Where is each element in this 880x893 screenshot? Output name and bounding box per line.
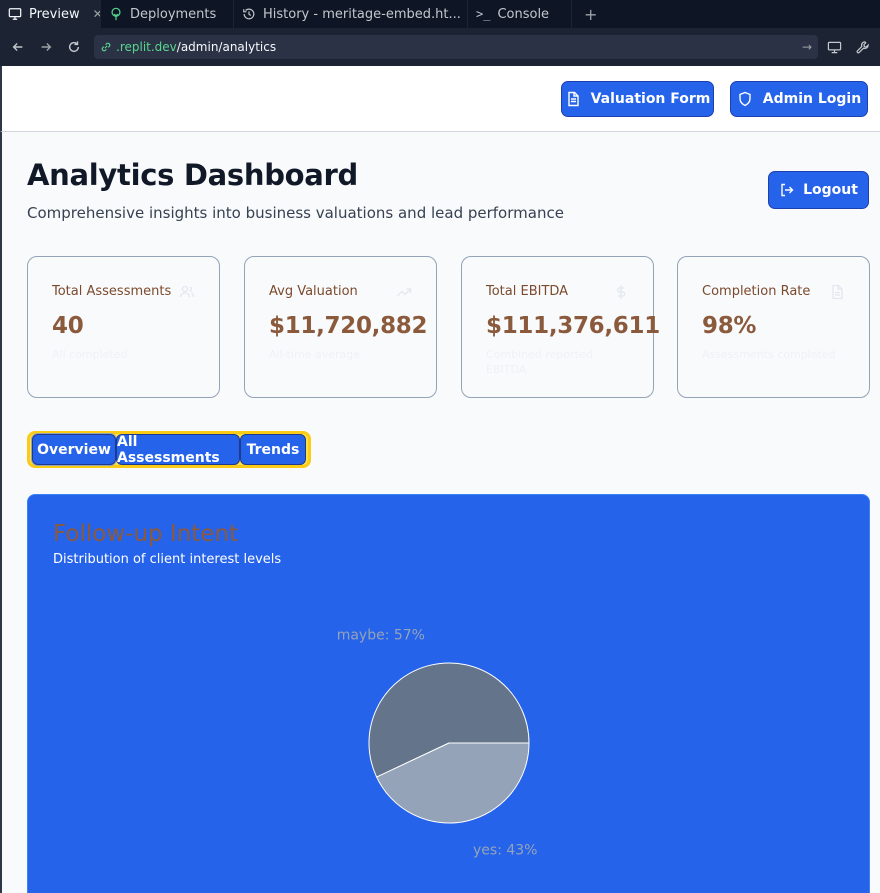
devices-icon[interactable] bbox=[822, 35, 846, 59]
tab-console[interactable]: >_ Console bbox=[468, 0, 572, 28]
tab-label: Preview bbox=[29, 6, 80, 22]
terminal-icon: >_ bbox=[476, 7, 491, 21]
link-icon bbox=[101, 42, 111, 52]
wrench-icon[interactable] bbox=[850, 35, 874, 59]
stat-card-avg-valuation: Avg Valuation $11,720,882 All-time avera… bbox=[244, 256, 437, 398]
url-bar: .replit.dev/admin/analytics → bbox=[0, 28, 880, 66]
stat-label: Total EBITDA bbox=[486, 284, 569, 299]
logout-button[interactable]: Logout bbox=[768, 171, 869, 209]
tab-trends[interactable]: Trends bbox=[240, 434, 306, 465]
tab-deployments[interactable]: Deployments bbox=[101, 0, 234, 28]
stat-card-total-assessments: Total Assessments 40 All completed bbox=[27, 256, 220, 398]
stat-label: Avg Valuation bbox=[269, 284, 358, 299]
monitor-icon bbox=[8, 8, 22, 20]
stat-value: 40 bbox=[52, 313, 84, 339]
go-arrow-icon[interactable]: → bbox=[802, 40, 812, 54]
reload-icon[interactable] bbox=[62, 35, 86, 59]
stat-label: Completion Rate bbox=[702, 284, 811, 299]
valuation-form-button[interactable]: Valuation Form bbox=[561, 81, 714, 117]
add-tab-icon[interactable]: + bbox=[572, 0, 609, 28]
url-host: .replit.dev bbox=[116, 40, 177, 54]
logout-icon bbox=[781, 183, 794, 197]
tab-overview[interactable]: Overview bbox=[32, 434, 116, 465]
tab-history[interactable]: History - meritage-embed.ht... bbox=[234, 0, 468, 28]
stat-note: All-time average bbox=[269, 348, 360, 361]
dollar-icon bbox=[616, 285, 626, 299]
stat-value: $111,376,611 bbox=[486, 313, 660, 339]
url-path: /admin/analytics bbox=[176, 40, 277, 54]
stat-note: All completed bbox=[52, 348, 128, 361]
pie-label-yes: yes: 43% bbox=[473, 842, 537, 858]
forward-icon[interactable] bbox=[34, 35, 58, 59]
close-icon[interactable]: ✕ bbox=[93, 7, 100, 21]
valuation-form-label: Valuation Form bbox=[590, 91, 711, 107]
tab-label: Console bbox=[497, 6, 550, 22]
stat-label: Total Assessments bbox=[52, 284, 172, 299]
logout-label: Logout bbox=[803, 182, 858, 198]
shield-icon bbox=[739, 91, 751, 107]
pie-chart: maybe: 57% yes: 43% bbox=[337, 628, 538, 859]
tab-preview[interactable]: Preview ✕ bbox=[0, 0, 101, 28]
stat-card-total-ebitda: Total EBITDA $111,376,611 Combined repor… bbox=[461, 256, 660, 398]
tab-label: Deployments bbox=[130, 6, 217, 22]
address-field[interactable]: .replit.dev/admin/analytics → bbox=[94, 35, 818, 59]
stat-value: $11,720,882 bbox=[269, 313, 428, 339]
back-icon[interactable] bbox=[6, 35, 30, 59]
follow-up-intent-panel: Follow-up Intent Distribution of client … bbox=[27, 494, 870, 893]
admin-login-button[interactable]: Admin Login bbox=[730, 81, 868, 117]
browser-tab-bar: Preview ✕ Deployments History - meritage… bbox=[0, 0, 880, 28]
deploy-icon bbox=[111, 7, 121, 21]
pie-label-maybe: maybe: 57% bbox=[337, 628, 425, 644]
tab-label: History - meritage-embed.ht... bbox=[263, 6, 461, 22]
site-header: Valuation Form Admin Login bbox=[0, 66, 880, 132]
stat-card-completion-rate: Completion Rate 98% Assessments complete… bbox=[677, 256, 870, 398]
page-title: Analytics Dashboard bbox=[27, 158, 359, 192]
trending-up-icon bbox=[397, 288, 412, 297]
history-icon bbox=[243, 8, 255, 20]
stat-note: Assessments completed bbox=[702, 348, 836, 361]
admin-login-label: Admin Login bbox=[762, 91, 862, 107]
page-subtitle: Comprehensive insights into business val… bbox=[27, 204, 564, 222]
document-icon bbox=[567, 91, 579, 107]
stat-value: 98% bbox=[702, 313, 757, 339]
dashboard-tabs: Overview All Assessments Trends bbox=[27, 431, 311, 468]
tab-all-assessments[interactable]: All Assessments bbox=[116, 434, 240, 466]
main-content: Analytics Dashboard Comprehensive insigh… bbox=[0, 132, 880, 893]
document-icon bbox=[832, 284, 843, 300]
users-icon bbox=[179, 285, 195, 298]
stat-note: Combined reported EBITDA bbox=[486, 348, 593, 376]
